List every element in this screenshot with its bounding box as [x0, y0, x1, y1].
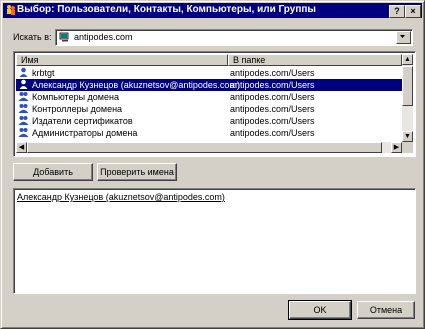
user-icon — [19, 79, 28, 89]
scroll-up-button[interactable]: ▲ — [402, 54, 413, 65]
check-names-button[interactable]: Проверить имена — [97, 163, 177, 181]
add-button[interactable]: Добавить — [13, 163, 93, 181]
row-name: Администраторы домена — [32, 128, 138, 138]
dialog-window: Выбор: Пользователи, Контакты, Компьютер… — [0, 0, 425, 329]
list-row[interactable]: Контроллеры домена antipodes.com/Users — [16, 103, 402, 115]
row-name: Контроллеры домена — [32, 104, 123, 114]
row-folder: antipodes.com/Users — [230, 68, 315, 78]
row-folder: antipodes.com/Users — [230, 92, 315, 102]
objects-list[interactable]: Имя В папке krbtgt antipodes.com/Users А… — [13, 51, 416, 157]
scroll-corner — [402, 142, 413, 153]
vertical-scrollbar[interactable]: ▲ ▼ — [402, 54, 413, 142]
selected-names-box[interactable]: Александр Кузнецов (akuznetsov@antipodes… — [13, 188, 416, 294]
help-button[interactable]: ? — [389, 5, 405, 18]
group-icon — [18, 116, 29, 125]
chevron-down-icon — [400, 35, 405, 38]
domain-icon — [59, 32, 69, 42]
group-icon — [18, 128, 29, 137]
list-row[interactable]: Администраторы домена antipodes.com/User… — [16, 127, 402, 139]
scroll-left-button[interactable]: ◀ — [16, 142, 27, 153]
row-name: Издатели сертификатов — [32, 116, 133, 126]
ok-button[interactable]: OK — [288, 300, 352, 320]
horizontal-scroll-thumb[interactable] — [27, 142, 382, 153]
search-in-value: antipodes.com — [74, 32, 133, 42]
scroll-down-button[interactable]: ▼ — [402, 131, 413, 142]
row-folder: antipodes.com/Users — [230, 104, 315, 114]
list-row[interactable]: Издатели сертификатов antipodes.com/User… — [16, 115, 402, 127]
row-folder: antipodes.com/Users — [230, 80, 315, 90]
scroll-right-button[interactable]: ▶ — [391, 142, 402, 153]
selected-name-entry[interactable]: Александр Кузнецов (akuznetsov@antipodes… — [17, 192, 225, 202]
group-icon — [18, 104, 29, 113]
vertical-scroll-thumb[interactable] — [402, 66, 413, 106]
row-name: Александр Кузнецов (akuznetsov@antipodes… — [32, 80, 240, 90]
group-icon — [18, 92, 29, 101]
row-folder: antipodes.com/Users — [230, 128, 315, 138]
search-in-combobox[interactable]: antipodes.com — [55, 29, 413, 46]
list-row[interactable]: Компьютеры домена antipodes.com/Users — [16, 91, 402, 103]
horizontal-scrollbar[interactable]: ◀ ▶ — [16, 142, 402, 153]
users-icon — [7, 5, 15, 15]
row-folder: antipodes.com/Users — [230, 116, 315, 126]
column-header-name[interactable]: Имя — [16, 54, 228, 66]
row-name: krbtgt — [32, 68, 55, 78]
column-header-folder[interactable]: В папке — [228, 54, 402, 66]
list-row[interactable]: krbtgt antipodes.com/Users — [16, 67, 402, 79]
dropdown-button[interactable] — [396, 31, 411, 44]
close-button[interactable]: × — [405, 5, 421, 18]
window-title: Выбор: Пользователи, Контакты, Компьютер… — [17, 4, 316, 15]
title-bar[interactable]: Выбор: Пользователи, Контакты, Компьютер… — [3, 3, 422, 18]
row-name: Компьютеры домена — [32, 92, 119, 102]
user-icon — [19, 67, 28, 77]
search-in-label: Искать в: — [13, 32, 52, 42]
cancel-button[interactable]: Отмена — [357, 301, 415, 319]
list-row-selected[interactable]: Александр Кузнецов (akuznetsov@antipodes… — [16, 79, 402, 91]
